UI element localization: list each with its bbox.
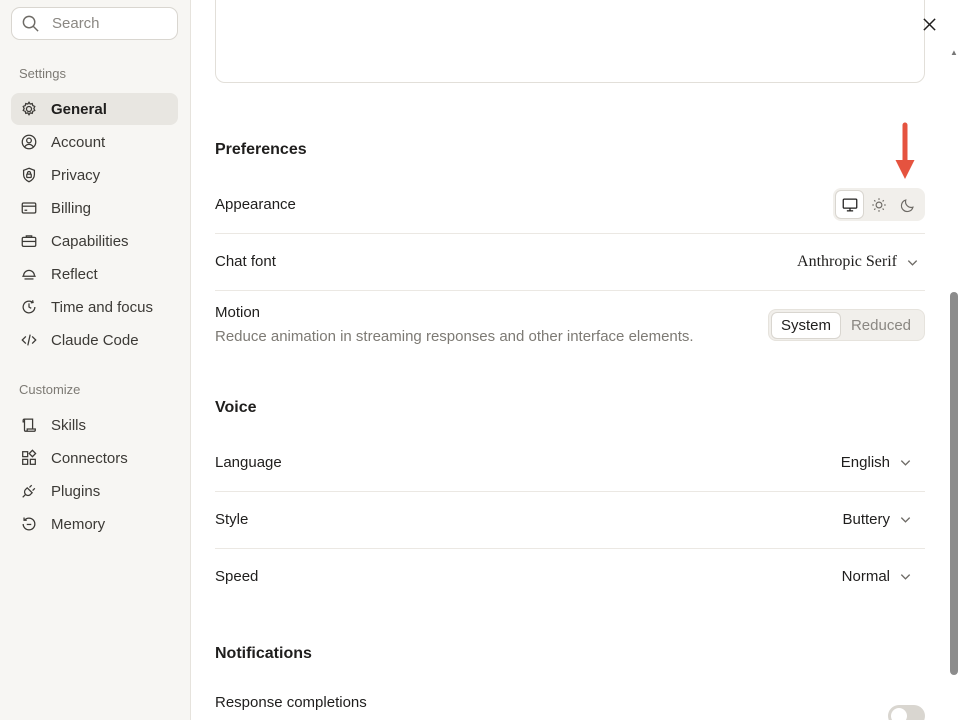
gear-icon <box>20 100 38 118</box>
appearance-selector <box>833 188 925 221</box>
customize-section-label: Customize <box>19 382 81 397</box>
response-completions-label: Response completions <box>215 694 367 711</box>
sidebar-item-label: Plugins <box>51 482 101 500</box>
language-value: English <box>840 454 890 471</box>
motion-segmented-control: System Reduced <box>768 309 925 341</box>
user-circle-icon <box>20 133 38 151</box>
row-divider <box>215 290 925 291</box>
credit-card-icon <box>20 199 38 217</box>
language-dropdown[interactable]: English <box>841 454 912 471</box>
sidebar-item-account[interactable]: Account <box>11 126 178 158</box>
motion-label: Motion <box>215 304 261 321</box>
sidebar-item-label: Reflect <box>51 265 98 283</box>
row-divider <box>215 233 925 234</box>
scroll-icon <box>20 416 38 434</box>
row-divider <box>215 548 925 549</box>
sidebar-item-label: Account <box>51 133 106 151</box>
sidebar-item-label: Connectors <box>51 449 128 467</box>
content-card <box>215 0 925 83</box>
motion-system-button[interactable]: System <box>771 311 841 339</box>
style-label: Style <box>215 511 249 528</box>
close-icon <box>922 17 937 32</box>
chevron-down-icon <box>890 570 912 583</box>
style-dropdown[interactable]: Buttery <box>842 511 912 528</box>
response-completions-toggle[interactable] <box>888 705 925 720</box>
sidebar-item-label: General <box>51 100 107 118</box>
sidebar-item-memory[interactable]: Memory <box>11 508 178 540</box>
sidebar-item-general[interactable]: General <box>11 93 178 125</box>
horizon-icon <box>20 265 38 283</box>
chevron-down-icon <box>897 256 919 269</box>
sidebar-item-label: Memory <box>51 515 106 533</box>
row-divider <box>215 491 925 492</box>
sidebar-item-reflect[interactable]: Reflect <box>11 258 178 290</box>
scrollbar-thumb[interactable] <box>950 292 958 675</box>
sidebar-item-skills[interactable]: Skills <box>11 409 178 441</box>
blocks-icon <box>20 449 38 467</box>
plug-icon <box>20 482 38 500</box>
chat-font-value: Anthropic Serif <box>797 253 897 270</box>
clock-icon <box>20 298 38 316</box>
shield-lock-icon <box>20 166 38 184</box>
chevron-down-icon <box>890 513 912 526</box>
sidebar-item-label: Billing <box>51 199 92 217</box>
speed-label: Speed <box>215 568 259 585</box>
monitor-icon <box>841 196 859 214</box>
sidebar-item-time-and-focus[interactable]: Time and focus <box>11 291 178 323</box>
motion-description: Reduce animation in streaming responses … <box>215 328 694 345</box>
scroll-up-arrow[interactable]: ▲ <box>950 48 958 57</box>
toggle-knob <box>891 708 907 720</box>
sidebar-item-capabilities[interactable]: Capabilities <box>11 225 178 257</box>
sidebar-item-label: Skills <box>51 416 87 434</box>
sun-icon <box>870 196 888 214</box>
sidebar-item-label: Time and focus <box>51 298 153 316</box>
style-value: Buttery <box>842 511 890 528</box>
search-input[interactable] <box>52 15 172 32</box>
chevron-down-icon <box>890 456 912 469</box>
sidebar-item-privacy[interactable]: Privacy <box>11 159 178 191</box>
appearance-system-button[interactable] <box>835 190 865 219</box>
settings-sidebar: Settings General Account Privacy Billing… <box>0 0 191 720</box>
language-label: Language <box>215 454 282 471</box>
search-box[interactable] <box>11 7 178 40</box>
settings-section-label: Settings <box>19 66 66 81</box>
sidebar-item-claude-code[interactable]: Claude Code <box>11 324 178 356</box>
speed-dropdown[interactable]: Normal <box>842 568 912 585</box>
speed-value: Normal <box>841 568 890 585</box>
sidebar-item-label: Privacy <box>51 166 101 184</box>
sidebar-item-connectors[interactable]: Connectors <box>11 442 178 474</box>
annotation-arrow <box>895 122 915 179</box>
sidebar-item-label: Capabilities <box>51 232 129 250</box>
appearance-label: Appearance <box>215 196 296 213</box>
sidebar-item-billing[interactable]: Billing <box>11 192 178 224</box>
sidebar-item-label: Claude Code <box>51 331 139 349</box>
history-icon <box>20 515 38 533</box>
notifications-heading: Notifications <box>215 645 312 662</box>
preferences-heading: Preferences <box>215 141 307 158</box>
search-icon <box>21 14 40 33</box>
sidebar-item-plugins[interactable]: Plugins <box>11 475 178 507</box>
settings-content: Preferences Appearance Chat font Anthrop… <box>191 0 960 720</box>
motion-reduced-button[interactable]: Reduced <box>841 312 921 339</box>
moon-icon <box>899 196 917 214</box>
chat-font-dropdown[interactable]: Anthropic Serif <box>797 253 919 271</box>
code-icon <box>20 331 38 349</box>
voice-heading: Voice <box>215 399 257 416</box>
appearance-light-button[interactable] <box>864 190 893 219</box>
briefcase-icon <box>20 232 38 250</box>
appearance-dark-button[interactable] <box>894 190 923 219</box>
chat-font-label: Chat font <box>215 253 276 270</box>
close-button[interactable] <box>918 13 940 35</box>
